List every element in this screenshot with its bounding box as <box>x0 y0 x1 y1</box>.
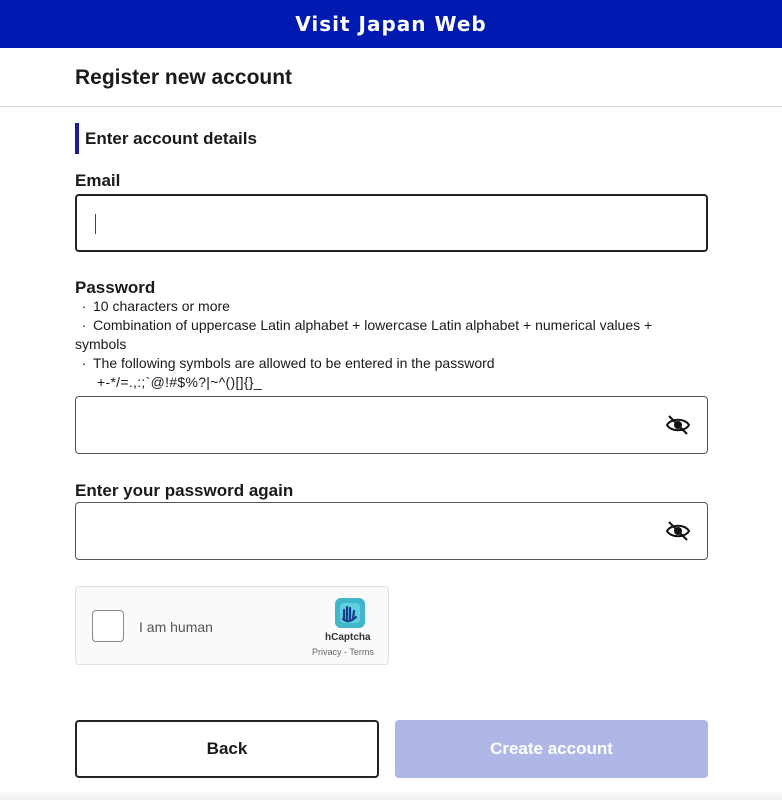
requirement-item: · The following symbols are allowed to be… <box>81 355 495 371</box>
confirm-password-field[interactable] <box>75 502 708 560</box>
password-requirements: · 10 characters or more · Combination of u… <box>75 297 695 392</box>
section-heading: Enter account details <box>75 123 257 154</box>
confirm-password-label: Enter your password again <box>75 481 294 500</box>
requirement-item: · 10 characters or more <box>81 298 230 314</box>
captcha-terms-link[interactable]: Terms <box>349 647 374 657</box>
password-label: Password <box>75 278 156 297</box>
captcha-checkbox[interactable] <box>92 610 124 642</box>
email-label: Email <box>75 171 121 190</box>
page-title: Register new account <box>75 66 293 89</box>
requirement-item: · Combination of uppercase Latin alphabet… <box>75 317 653 352</box>
app-title: Visit Japan Web <box>295 12 487 36</box>
email-field[interactable] <box>75 194 708 252</box>
create-account-button[interactable]: Create account <box>395 720 708 778</box>
captcha-brand: hCaptcha <box>325 632 371 643</box>
captcha-label: I am human <box>139 619 213 635</box>
eye-slash-icon[interactable] <box>665 413 691 437</box>
captcha-links: Privacy - Terms <box>312 647 374 657</box>
hcaptcha-logo-icon <box>335 598 365 628</box>
allowed-symbols: +-*/=.,:;`@!#$%?|~^()[]{}_ <box>97 374 262 390</box>
password-field[interactable] <box>75 396 708 454</box>
captcha-widget: I am human hCaptcha Privacy - Terms <box>75 586 389 665</box>
top-bar: Visit Japan Web <box>0 0 782 48</box>
eye-slash-icon[interactable] <box>665 519 691 543</box>
text-caret <box>95 214 96 234</box>
page-header: Register new account <box>0 48 782 107</box>
bottom-shade <box>0 790 782 800</box>
captcha-privacy-link[interactable]: Privacy <box>312 647 342 657</box>
back-button[interactable]: Back <box>75 720 379 778</box>
